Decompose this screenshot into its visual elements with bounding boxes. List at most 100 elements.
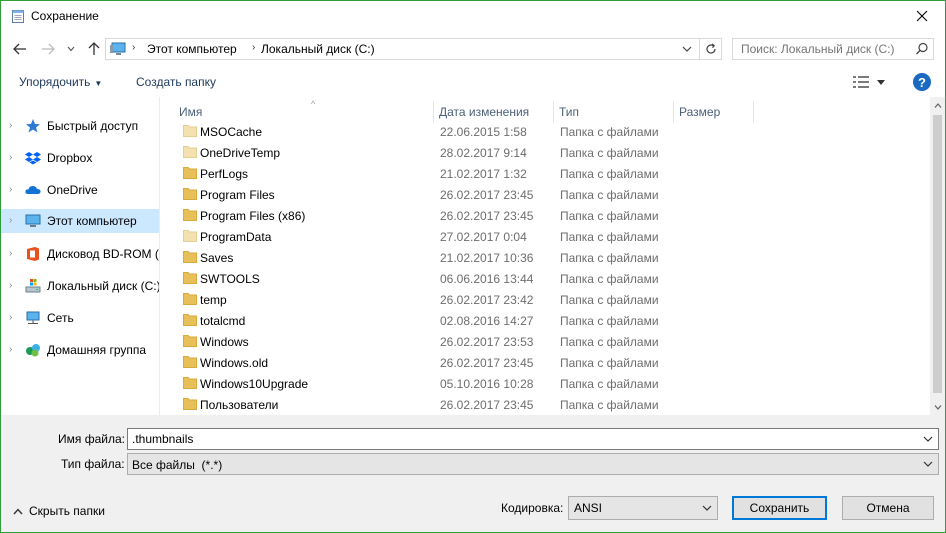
address-dropdown-button[interactable] <box>677 38 697 60</box>
star-icon <box>26 119 40 133</box>
sidebar-item-network[interactable]: › Сеть <box>1 306 159 330</box>
scrollbar-thumb[interactable] <box>933 115 942 393</box>
column-header-type[interactable]: Тип <box>554 101 674 123</box>
new-folder-button[interactable]: Создать папку <box>136 75 216 89</box>
file-row[interactable]: Program Files (x86) 26.02.2017 23:45 Папка… <box>161 205 931 226</box>
chevron-down-icon <box>682 46 692 52</box>
up-button[interactable] <box>85 40 103 58</box>
file-name: SWTOOLS <box>200 272 260 286</box>
sidebar-item-homegroup[interactable]: › Домашняя группа <box>1 338 159 362</box>
file-row[interactable]: SWTOOLS 06.06.2016 13:44 Папка с файлами <box>161 268 931 289</box>
sidebar-item-dropbox[interactable]: › Dropbox <box>1 146 159 170</box>
sidebar-item-bd-rom[interactable]: › Дисковод BD-ROM ( <box>1 242 159 266</box>
file-date: 21.02.2017 1:32 <box>440 167 527 181</box>
forward-button[interactable] <box>39 40 57 58</box>
sidebar-item-local-disk[interactable]: › Локальный диск (C:) <box>1 274 159 298</box>
folder-icon <box>183 398 197 410</box>
encoding-label: Кодировка: <box>501 501 564 515</box>
encoding-select[interactable]: ANSI <box>568 496 718 520</box>
file-name: OneDriveTemp <box>200 146 281 160</box>
homegroup-icon <box>26 344 40 357</box>
change-view-button[interactable] <box>849 72 889 92</box>
file-type: Папка с файлами <box>560 167 659 181</box>
file-row[interactable]: Saves 21.02.2017 10:36 Папка с файлами <box>161 247 931 268</box>
column-header-date[interactable]: Дата изменения <box>434 101 554 123</box>
column-header-label: Тип <box>559 105 580 119</box>
search-input[interactable] <box>733 39 913 59</box>
file-type: Папка с файлами <box>560 125 659 139</box>
file-row[interactable]: Windows10Upgrade 05.10.2016 10:28 Папка с … <box>161 373 931 394</box>
chevron-right-icon[interactable]: › <box>9 312 12 323</box>
sidebar-item-quick-access[interactable]: › Быстрый доступ <box>1 114 159 138</box>
hide-folders-button[interactable]: Скрыть папки <box>13 504 105 518</box>
file-name: Program Files (x86) <box>200 209 306 223</box>
recent-locations-button[interactable] <box>65 40 77 58</box>
scroll-up-button[interactable] <box>930 97 945 113</box>
filename-input[interactable] <box>128 429 918 449</box>
file-row[interactable]: totalcmd 02.08.2016 14:27 Папка с файлами <box>161 310 931 331</box>
file-row[interactable]: Windows 26.02.2017 23:53 Папка с файлами <box>161 331 931 352</box>
file-type: Папка с файлами <box>560 209 659 223</box>
column-header-name[interactable]: Имя ^ <box>174 99 434 123</box>
file-row[interactable]: Program Files 26.02.2017 23:45 Папка с фай… <box>161 184 931 205</box>
chevron-right-icon[interactable]: › <box>9 152 12 163</box>
file-row[interactable]: Windows.old 26.02.2017 23:45 Папка с файла… <box>161 352 931 373</box>
column-header-size[interactable]: Размер <box>674 101 754 123</box>
file-date: 28.02.2017 9:14 <box>440 146 527 160</box>
hide-folders-label: Скрыть папки <box>29 504 105 518</box>
sidebar-item-onedrive[interactable]: › OneDrive <box>1 178 159 202</box>
file-row[interactable]: Пользователи 26.02.2017 23:45 Папка с файл… <box>161 394 931 415</box>
file-row[interactable]: ProgramData 27.02.2017 0:04 Папка с файлам… <box>161 226 931 247</box>
chevron-right-icon[interactable]: › <box>9 280 12 291</box>
chevron-right-icon[interactable]: › <box>9 215 12 226</box>
chevron-right-icon[interactable]: › <box>9 120 12 131</box>
office-disc-icon <box>27 247 39 261</box>
column-header-label: Размер <box>679 105 721 119</box>
navigation-pane: › Быстрый доступ › Dropbox › OneDrive › … <box>1 97 160 415</box>
sidebar-item-label: Дисковод BD-ROM ( <box>47 247 159 261</box>
file-date: 26.02.2017 23:45 <box>440 398 534 412</box>
file-date: 26.02.2017 23:42 <box>440 293 534 307</box>
file-row[interactable]: temp 26.02.2017 23:42 Папка с файлами <box>161 289 931 310</box>
chevron-right-icon[interactable]: › <box>9 344 12 355</box>
refresh-button[interactable] <box>699 38 721 60</box>
scroll-down-button[interactable] <box>930 399 945 415</box>
file-row[interactable]: OneDriveTemp 28.02.2017 9:14 Папка с файла… <box>161 142 931 163</box>
file-list: Имя ^ Дата изменения Тип Размер MSOCache… <box>161 97 945 415</box>
back-button[interactable] <box>11 40 29 58</box>
breadcrumb-local-disk[interactable]: Локальный диск (C:) <box>261 42 375 56</box>
file-row[interactable]: PerfLogs 21.02.2017 1:32 Папка с файлами <box>161 163 931 184</box>
sidebar-item-label: Быстрый доступ <box>47 119 139 133</box>
file-date: 05.10.2016 10:28 <box>440 377 534 391</box>
organize-button[interactable]: Упорядочить ▼ <box>19 75 102 89</box>
sidebar-item-label: Сеть <box>47 311 74 325</box>
close-button[interactable] <box>899 1 945 31</box>
chevron-right-icon[interactable]: › <box>9 248 12 259</box>
search-box[interactable] <box>732 38 934 60</box>
sidebar-item-label: Локальный диск (C:) <box>47 279 159 293</box>
vertical-scrollbar[interactable] <box>930 97 945 415</box>
sidebar-item-this-pc[interactable]: › Этот компьютер <box>1 209 159 233</box>
file-row[interactable]: MSOCache 22.06.2015 1:58 Папка с файлами <box>161 121 931 142</box>
address-bar[interactable]: › Этот компьютер › Локальный диск (C:) <box>105 38 722 60</box>
filename-combobox[interactable] <box>127 428 939 450</box>
file-name: ProgramData <box>200 230 272 244</box>
arrow-left-icon <box>13 43 26 55</box>
filetype-select[interactable]: Все файлы (*.*) <box>127 453 939 475</box>
file-date: 02.08.2016 14:27 <box>440 314 534 328</box>
sidebar-item-label: Домашняя группа <box>47 343 147 357</box>
arrow-up-icon <box>88 42 100 55</box>
chevron-down-icon[interactable] <box>922 433 934 445</box>
breadcrumb-this-pc[interactable]: Этот компьютер <box>147 42 237 56</box>
drive-icon <box>25 279 41 293</box>
chevron-right-icon[interactable]: › <box>9 184 12 195</box>
scroll-down-icon <box>934 404 941 410</box>
refresh-icon <box>705 43 716 54</box>
help-button[interactable]: ? <box>913 73 931 91</box>
save-button[interactable]: Сохранить <box>732 496 827 520</box>
computer-icon <box>25 214 41 227</box>
chevron-down-icon <box>923 461 933 467</box>
caret-down-icon <box>877 79 885 85</box>
cancel-button[interactable]: Отмена <box>842 496 934 520</box>
file-date: 26.02.2017 23:53 <box>440 335 534 349</box>
